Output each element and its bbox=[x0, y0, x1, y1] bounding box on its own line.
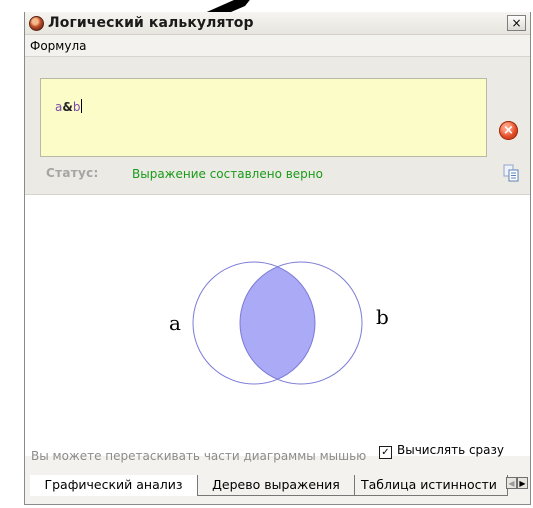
menu-formula[interactable]: Формула bbox=[30, 39, 86, 53]
intersection-region[interactable] bbox=[240, 262, 362, 384]
operator-and: & bbox=[62, 100, 73, 114]
app-icon bbox=[29, 16, 44, 31]
text-caret bbox=[81, 99, 83, 113]
tab-truth-table[interactable]: Таблица истинности bbox=[355, 475, 508, 496]
compute-immediately-label: Вычислять сразу bbox=[397, 443, 505, 457]
venn-diagram[interactable]: a b bbox=[25, 195, 530, 457]
clear-icon[interactable]: × bbox=[499, 121, 518, 140]
status-text: Выражение составлено верно bbox=[132, 167, 323, 181]
tab-expression-tree[interactable]: Дерево выражения bbox=[198, 475, 355, 496]
tab-graphical-analysis[interactable]: Графический анализ bbox=[30, 475, 198, 496]
close-button[interactable]: × bbox=[507, 15, 526, 31]
menu-bar: Формула bbox=[25, 35, 530, 57]
operand-b: b bbox=[72, 100, 81, 114]
window-title: Логический калькулятор bbox=[48, 15, 254, 31]
compute-immediately-toggle[interactable]: ✓ Вычислять сразу bbox=[379, 443, 504, 459]
tab-scroll-right-button[interactable]: ▶ bbox=[517, 477, 528, 489]
status-label: Статус: bbox=[46, 166, 99, 180]
tab-scroll-left-button[interactable]: ◀ bbox=[506, 477, 517, 489]
set-b-label: b bbox=[376, 305, 389, 329]
drag-hint: Вы можете перетаскивать части диаграммы … bbox=[31, 449, 367, 463]
venn-diagram-area[interactable]: a b bbox=[25, 194, 530, 456]
tab-bar: Графический анализ Дерево выражения Табл… bbox=[25, 475, 530, 503]
copy-icon[interactable] bbox=[502, 164, 520, 182]
set-a-label: a bbox=[169, 311, 181, 335]
title-bar: Логический калькулятор × bbox=[25, 12, 530, 35]
formula-expression: a&b bbox=[55, 99, 83, 114]
logic-calculator-window: Логический калькулятор × Формула a&b × С… bbox=[24, 12, 531, 505]
compute-immediately-checkbox[interactable]: ✓ bbox=[379, 446, 392, 459]
formula-input[interactable]: a&b bbox=[40, 78, 487, 157]
